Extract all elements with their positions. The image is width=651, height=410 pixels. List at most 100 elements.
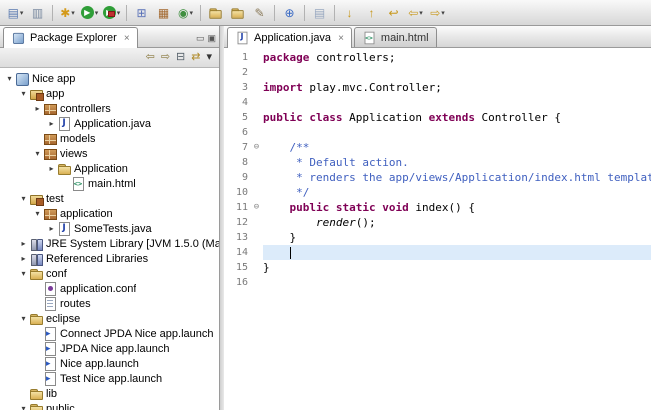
collapse-arrow-icon[interactable]: ▾ [18,314,29,323]
package-explorer-tab[interactable]: Package Explorer × [3,27,138,48]
code-line-4[interactable]: 4 [224,95,651,110]
open-project-button[interactable] [227,3,248,23]
next-annotation-icon: ↓ [347,7,353,19]
tree-item-connect-jpda-nice-app-launch[interactable]: Connect JPDA Nice app.launch [0,326,219,341]
collapse-arrow-icon[interactable]: ▾ [18,404,29,410]
last-edit-location-button[interactable]: ↩ [383,3,404,23]
next-annotation-button[interactable]: ↓ [339,3,360,23]
collapse-arrow-icon[interactable]: ▾ [32,149,43,158]
snippets-button[interactable]: ▤ [309,3,330,23]
editor-tab-application-java[interactable]: Application.java× [227,27,352,48]
tree-item-application-conf[interactable]: application.conf [0,281,219,296]
close-view-icon[interactable]: × [124,33,130,44]
link-with-editor-icon[interactable]: ⇄ [191,52,200,63]
tree-item-app[interactable]: ▾app [0,86,219,101]
code-editor[interactable]: 1package controllers;23import play.mvc.C… [224,48,651,410]
code-line-5[interactable]: 5public class Application extends Contro… [224,110,651,125]
code-line-2[interactable]: 2 [224,65,651,80]
dropdown-arrow-icon[interactable]: ▾ [419,9,423,17]
view-tabbar: Package Explorer × ▭▣ [0,26,219,48]
back-button[interactable]: ⇦▾ [405,3,426,23]
code-line-13[interactable]: 13 } [224,230,651,245]
collapse-arrow-icon[interactable]: ▾ [18,89,29,98]
tree-item-sometests-java[interactable]: ▸SomeTests.java [0,221,219,236]
code-line-10[interactable]: 10 */ [224,185,651,200]
web-browser-button[interactable]: ⊕ [279,3,300,23]
new-java-package-button[interactable]: ▦ [153,3,174,23]
mark-occurrences-button[interactable]: ✎ [249,3,270,23]
collapse-arrow-icon[interactable]: ▾ [18,269,29,278]
tree-item-public[interactable]: ▾public [0,401,219,410]
code-line-7[interactable]: 7⊖ /** [224,140,651,155]
dropdown-arrow-icon[interactable]: ▾ [441,9,445,17]
view-menu-icon[interactable]: ▾ [206,52,212,63]
tree-item-application[interactable]: ▾application [0,206,219,221]
tree-item-conf[interactable]: ▾conf [0,266,219,281]
tree-item-application-java[interactable]: ▸Application.java [0,116,219,131]
external-tools-button[interactable]: ▶▾ [101,3,122,23]
close-tab-icon[interactable]: × [338,33,344,44]
fold-collapse-icon[interactable]: ⊖ [250,200,263,215]
mark-occurrences-icon: ✎ [254,7,264,19]
expand-arrow-icon[interactable]: ▸ [18,239,29,248]
tree-item-nice-app[interactable]: ▾Nice app [0,71,219,86]
back-icon[interactable]: ⇦ [146,52,155,63]
expand-arrow-icon[interactable]: ▸ [32,104,43,113]
open-resource-button[interactable] [205,3,226,23]
collapse-all-icon[interactable]: ⊟ [176,52,185,63]
tree-item-referenced-libraries[interactable]: ▸Referenced Libraries [0,251,219,266]
editor-tab-main-html[interactable]: main.html [354,27,437,47]
expand-arrow-icon[interactable]: ▸ [18,254,29,263]
code-line-6[interactable]: 6 [224,125,651,140]
external-tools-icon: ▶ [103,6,116,19]
tree-item-eclipse[interactable]: ▾eclipse [0,311,219,326]
code-line-14[interactable]: 14 [224,245,651,260]
editor-tabbar: Application.java×main.html [224,26,651,48]
new-wizard-button[interactable]: ▤▾ [5,3,26,23]
previous-annotation-button[interactable]: ↑ [361,3,382,23]
expand-arrow-icon[interactable]: ▸ [46,164,57,173]
tree-item-models[interactable]: models [0,131,219,146]
run-button[interactable]: ▶▾ [79,3,100,23]
code-line-15[interactable]: 15} [224,260,651,275]
dropdown-arrow-icon[interactable]: ▾ [95,9,99,17]
code-line-12[interactable]: 12 render(); [224,215,651,230]
collapse-arrow-icon[interactable]: ▾ [4,74,15,83]
maximize-icon[interactable]: ▣ [207,34,216,43]
tree-item-application[interactable]: ▸Application [0,161,219,176]
code-line-3[interactable]: 3import play.mvc.Controller; [224,80,651,95]
tree-item-main-html[interactable]: main.html [0,176,219,191]
code-text [263,125,651,140]
expand-arrow-icon[interactable]: ▸ [46,224,57,233]
debug-button[interactable]: ✱▾ [57,3,78,23]
tree-item-controllers[interactable]: ▸controllers [0,101,219,116]
tree-item-lib[interactable]: lib [0,386,219,401]
tree-item-jre-system-library-jvm-1-5-0-mac[interactable]: ▸JRE System Library [JVM 1.5.0 (Mac [0,236,219,251]
expand-arrow-icon[interactable]: ▸ [46,119,57,128]
dropdown-arrow-icon[interactable]: ▾ [20,9,24,17]
new-class-button[interactable]: ◉▾ [175,3,196,23]
collapse-arrow-icon[interactable]: ▾ [18,194,29,203]
tree-item-test[interactable]: ▾test [0,191,219,206]
code-line-11[interactable]: 11⊖ public static void index() { [224,200,651,215]
code-line-9[interactable]: 9 * renders the app/views/Application/in… [224,170,651,185]
dropdown-arrow-icon[interactable]: ▾ [71,9,75,17]
dropdown-arrow-icon[interactable]: ▾ [189,9,193,17]
minimize-icon[interactable]: ▭ [196,34,205,43]
code-line-8[interactable]: 8 * Default action. [224,155,651,170]
tree-item-nice-app-launch[interactable]: Nice app.launch [0,356,219,371]
tree-item-test-nice-app-launch[interactable]: Test Nice app.launch [0,371,219,386]
tree-item-jpda-nice-app-launch[interactable]: JPDA Nice app.launch [0,341,219,356]
save-button[interactable]: ▥ [27,3,48,23]
code-line-1[interactable]: 1package controllers; [224,50,651,65]
forward-icon[interactable]: ⇨ [161,52,170,63]
tree-item-views[interactable]: ▾views [0,146,219,161]
dropdown-arrow-icon[interactable]: ▾ [117,9,121,17]
new-java-project-button[interactable]: ⊞ [131,3,152,23]
code-line-16[interactable]: 16 [224,275,651,290]
forward-button[interactable]: ⇨▾ [427,3,448,23]
collapse-arrow-icon[interactable]: ▾ [32,209,43,218]
code-text: import play.mvc.Controller; [263,80,651,95]
fold-collapse-icon[interactable]: ⊖ [250,140,263,155]
tree-item-routes[interactable]: routes [0,296,219,311]
